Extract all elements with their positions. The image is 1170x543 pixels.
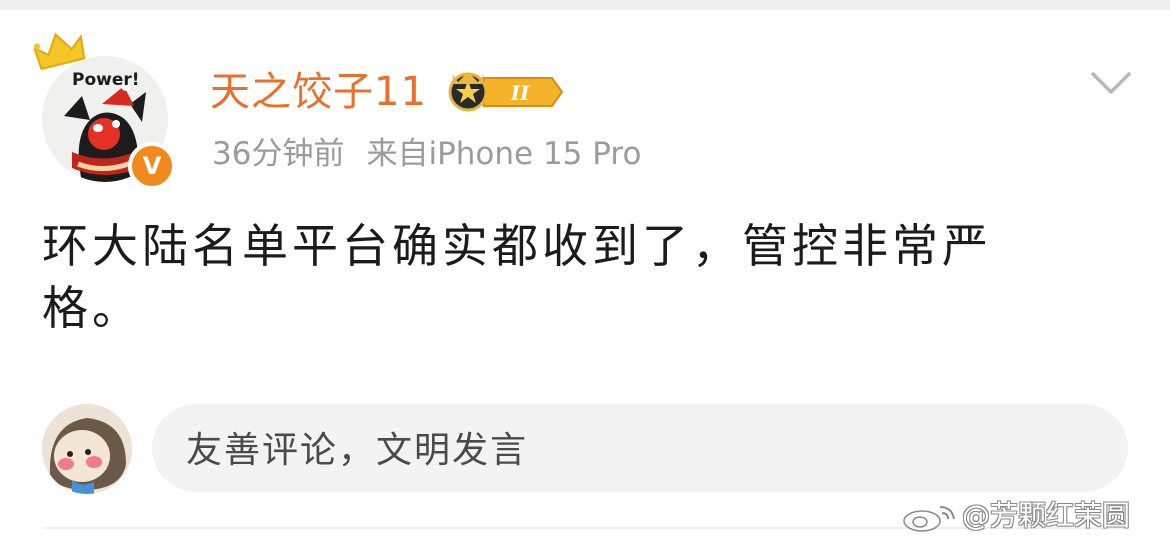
- level-badge-label: II: [510, 81, 530, 105]
- chevron-down-icon[interactable]: [1090, 70, 1132, 96]
- author-name[interactable]: 天之饺子11: [210, 66, 427, 118]
- hedgehog-avatar-image: [42, 404, 132, 494]
- post-source: 来自iPhone 15 Pro: [366, 136, 642, 172]
- watermark: @芳颗红茉圆: [900, 498, 1130, 534]
- post-text: 环大陆名单平台确实都收到了，管控非常严格。: [42, 219, 992, 335]
- current-user-avatar[interactable]: [42, 404, 132, 494]
- crown-icon: [34, 32, 86, 71]
- post-meta: 36分钟前 来自iPhone 15 Pro: [212, 132, 641, 176]
- post-time: 36分钟前: [212, 136, 345, 172]
- watermark-text: @芳颗红茉圆: [962, 499, 1131, 532]
- top-strip: [0, 0, 1170, 10]
- comment-placeholder: 友善评论，文明发言: [186, 430, 529, 471]
- level-badge-icon[interactable]: II: [444, 70, 564, 114]
- weibo-logo-icon: [903, 506, 955, 532]
- verified-badge-icon: V: [128, 142, 176, 190]
